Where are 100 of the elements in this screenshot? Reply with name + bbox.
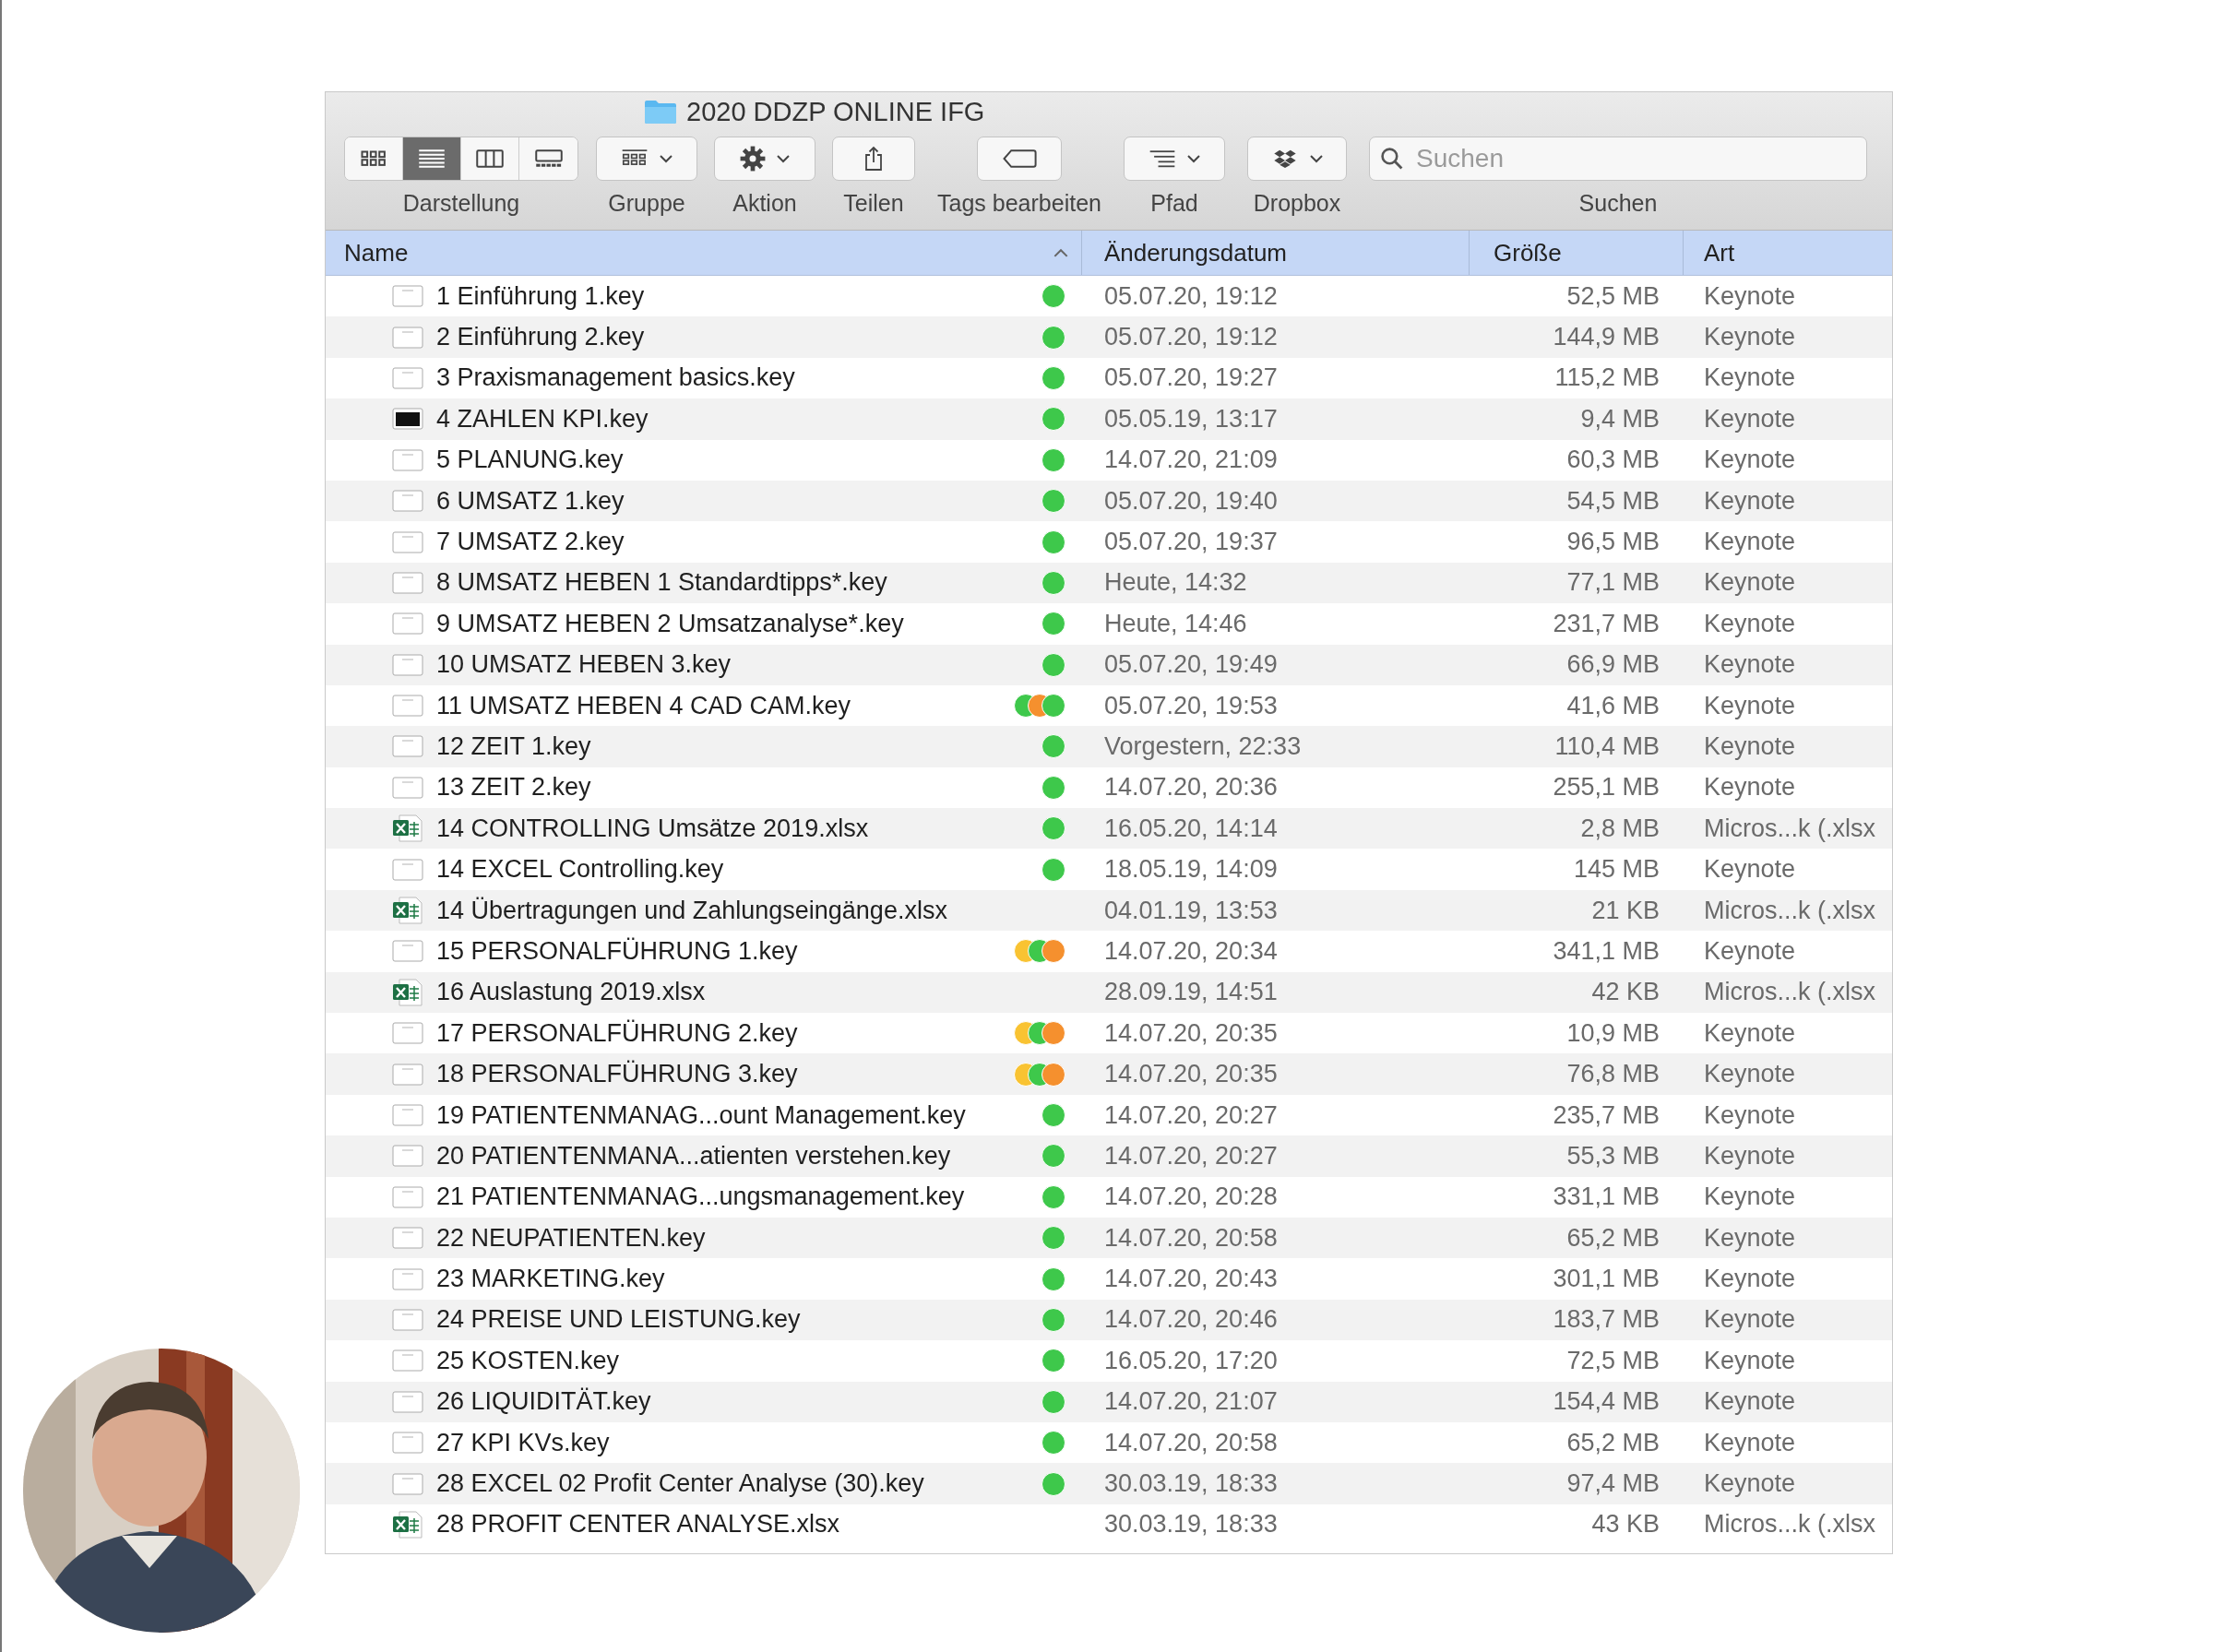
modified-date: 14.07.20, 20:35 bbox=[1104, 1060, 1278, 1089]
file-type: Keynote bbox=[1704, 609, 1796, 638]
file-type: Keynote bbox=[1704, 528, 1796, 557]
file-type: Keynote bbox=[1704, 1346, 1796, 1375]
folder-icon bbox=[644, 99, 677, 125]
chevron-down-icon bbox=[1310, 154, 1323, 163]
file-size: 10,9 MB bbox=[1566, 1018, 1660, 1048]
toolbar-label: Gruppe bbox=[608, 190, 685, 217]
modified-date: 05.07.20, 19:12 bbox=[1104, 281, 1278, 311]
file-type: Keynote bbox=[1704, 1469, 1796, 1498]
modified-date: 14.07.20, 20:58 bbox=[1104, 1428, 1278, 1457]
modified-date: 14.07.20, 20:27 bbox=[1104, 1141, 1278, 1171]
slide-thumbnail-icon bbox=[392, 1101, 423, 1129]
modified-date: 14.07.20, 20:28 bbox=[1104, 1183, 1278, 1212]
file-type: Keynote bbox=[1704, 404, 1796, 434]
file-name: 6 UMSATZ 1.key bbox=[436, 486, 625, 516]
file-size: 54,5 MB bbox=[1566, 486, 1660, 516]
column-header[interactable]: Name bbox=[326, 231, 1082, 275]
path-button[interactable] bbox=[1124, 137, 1225, 181]
file-size: 76,8 MB bbox=[1566, 1060, 1660, 1089]
file-type: Keynote bbox=[1704, 1183, 1796, 1212]
file-name: 23 MARKETING.key bbox=[436, 1265, 665, 1294]
file-size: 154,4 MB bbox=[1553, 1387, 1660, 1417]
file-size: 65,2 MB bbox=[1566, 1428, 1660, 1457]
modified-date: 05.07.20, 19:37 bbox=[1104, 528, 1278, 557]
icon-grid-icon bbox=[360, 149, 387, 168]
modified-date: 28.09.19, 14:51 bbox=[1104, 978, 1278, 1007]
file-size: 145 MB bbox=[1573, 855, 1660, 885]
modified-date: 05.07.20, 19:40 bbox=[1104, 486, 1278, 516]
box-icon bbox=[1271, 149, 1299, 168]
file-type: Keynote bbox=[1704, 486, 1796, 516]
file-size: 9,4 MB bbox=[1580, 404, 1660, 434]
file-type: Keynote bbox=[1704, 1223, 1796, 1253]
column-header[interactable]: Größe bbox=[1470, 231, 1684, 275]
file-name: 18 PERSONALFÜHRUNG 3.key bbox=[436, 1060, 798, 1089]
file-type: Keynote bbox=[1704, 568, 1796, 598]
modified-date: 05.07.20, 19:49 bbox=[1104, 650, 1278, 680]
tags-button[interactable] bbox=[977, 137, 1062, 181]
share-button[interactable] bbox=[832, 137, 915, 181]
view-mode-button[interactable] bbox=[345, 137, 403, 180]
file-name: 17 PERSONALFÜHRUNG 2.key bbox=[436, 1018, 798, 1048]
list-view-icon bbox=[418, 149, 446, 168]
modified-date: 14.07.20, 20:43 bbox=[1104, 1265, 1278, 1294]
toolbar-label: Darstellung bbox=[402, 190, 520, 217]
file-name: 24 PREISE UND LEISTUNG.key bbox=[436, 1305, 801, 1335]
file-size: 331,1 MB bbox=[1553, 1183, 1660, 1212]
file-size: 55,3 MB bbox=[1566, 1141, 1660, 1171]
group-button[interactable] bbox=[596, 137, 697, 181]
sort-ascending-icon bbox=[1053, 248, 1068, 257]
file-size: 77,1 MB bbox=[1566, 568, 1660, 598]
modified-date: Heute, 14:32 bbox=[1104, 568, 1247, 598]
file-type: Keynote bbox=[1704, 323, 1796, 352]
dropbox-button[interactable] bbox=[1247, 137, 1347, 181]
toolbar-label: Dropbox bbox=[1253, 190, 1341, 217]
modified-date: 14.07.20, 20:58 bbox=[1104, 1223, 1278, 1253]
file-size: 110,4 MB bbox=[1554, 732, 1660, 761]
file-size: 255,1 MB bbox=[1553, 773, 1660, 802]
file-size: 231,7 MB bbox=[1553, 609, 1660, 638]
file-type: Keynote bbox=[1704, 773, 1796, 802]
file-name: 28 EXCEL 02 Profit Center Analyse (30).key bbox=[436, 1469, 924, 1498]
file-size: 144,9 MB bbox=[1553, 323, 1660, 352]
tag-icon bbox=[1002, 149, 1037, 169]
file-type: Keynote bbox=[1704, 1141, 1796, 1171]
settings-icon bbox=[740, 146, 766, 172]
file-size: 96,5 MB bbox=[1566, 528, 1660, 557]
column-header[interactable]: Art bbox=[1684, 231, 1892, 275]
file-size: 60,3 MB bbox=[1566, 446, 1660, 475]
modified-date: 14.07.20, 21:07 bbox=[1104, 1387, 1278, 1417]
column-header[interactable]: Änderungsdatum bbox=[1082, 231, 1470, 275]
file-name: 10 UMSATZ HEBEN 3.key bbox=[436, 650, 732, 680]
file-type: Keynote bbox=[1704, 446, 1796, 475]
file-name: 19 PATIENTENMANAG...ount Management.key bbox=[436, 1100, 966, 1130]
file-name: 28 PROFIT CENTER ANALYSE.xlsx bbox=[436, 1510, 840, 1539]
file-name: 27 KPI KVs.key bbox=[436, 1428, 610, 1457]
modified-date: 04.01.19, 13:53 bbox=[1104, 896, 1278, 925]
file-name: 13 ZEIT 2.key bbox=[436, 773, 591, 802]
file-name: 21 PATIENTENMANAG...ungsmanagement.key bbox=[436, 1183, 965, 1212]
file-size: 72,5 MB bbox=[1566, 1346, 1660, 1375]
toolbar-label: Tags bearbeiten bbox=[937, 190, 1101, 217]
file-type: Keynote bbox=[1704, 363, 1796, 393]
toolbar-label: Aktion bbox=[732, 190, 797, 217]
modified-date: Vorgestern, 22:33 bbox=[1104, 732, 1302, 761]
file-size: 21 KB bbox=[1591, 896, 1660, 925]
file-size: 65,2 MB bbox=[1566, 1223, 1660, 1253]
file-size: 52,5 MB bbox=[1566, 281, 1660, 311]
modified-date: 05.07.20, 19:53 bbox=[1104, 691, 1278, 720]
window-title: 2020 DDZP ONLINE IFG bbox=[686, 96, 985, 127]
modified-date: 05.07.20, 19:27 bbox=[1104, 363, 1278, 393]
columns-view-icon bbox=[476, 149, 504, 168]
file-size: 235,7 MB bbox=[1553, 1100, 1660, 1130]
action-button[interactable] bbox=[714, 137, 815, 181]
search-field[interactable]: Suchen bbox=[1369, 137, 1867, 181]
file-name: 14 EXCEL Controlling.key bbox=[436, 855, 724, 885]
view-mode-button[interactable] bbox=[403, 137, 461, 180]
view-mode-control[interactable] bbox=[344, 137, 578, 181]
modified-date: 16.05.20, 17:20 bbox=[1104, 1346, 1278, 1375]
file-size: 42 KB bbox=[1591, 978, 1660, 1007]
file-type: Keynote bbox=[1704, 855, 1796, 885]
file-type: Keynote bbox=[1704, 1265, 1796, 1294]
file-type: Keynote bbox=[1704, 936, 1796, 966]
